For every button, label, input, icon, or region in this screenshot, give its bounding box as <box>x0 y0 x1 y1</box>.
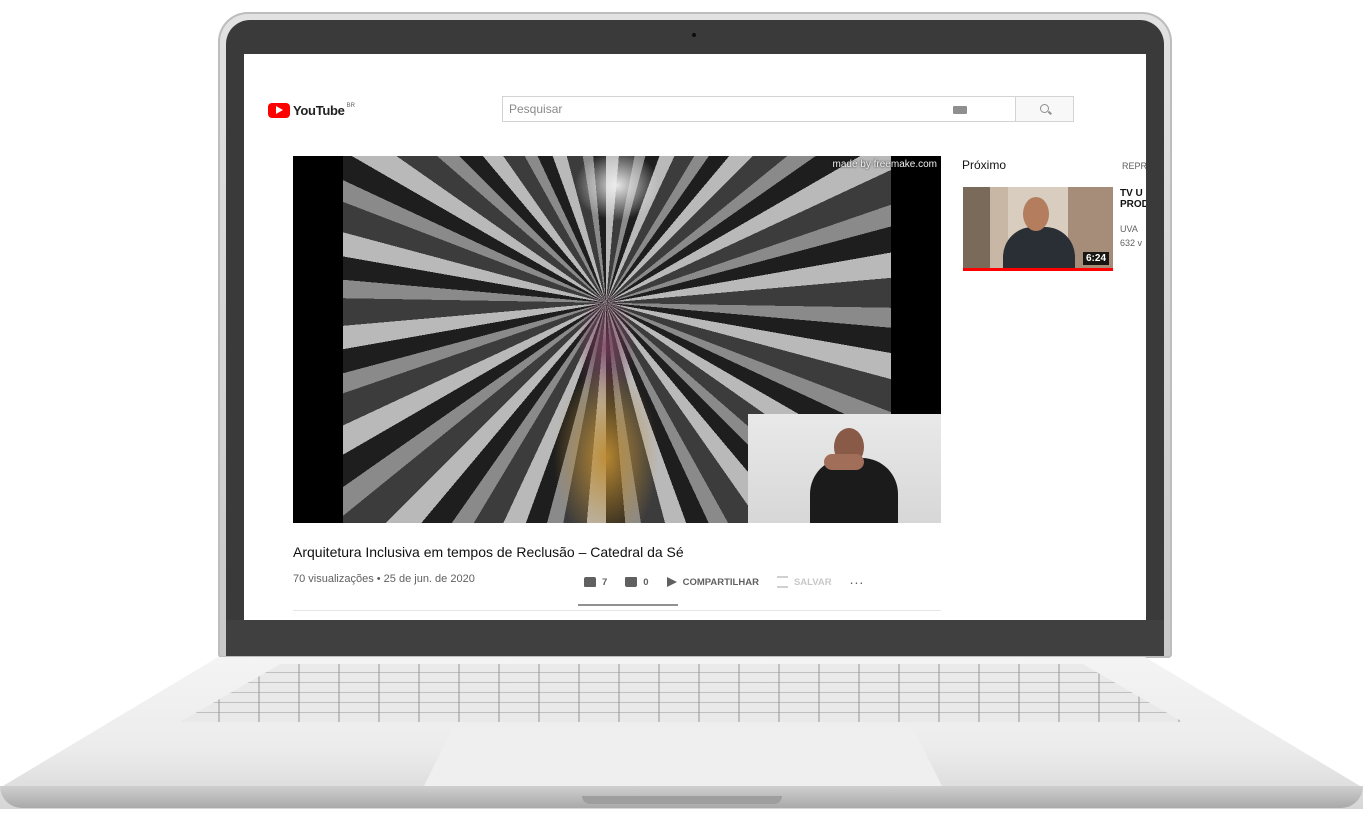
thumbnail-person-body <box>1003 227 1075 271</box>
search-icon <box>1040 104 1049 113</box>
recommended-video-title[interactable]: TV U PROD <box>1120 188 1146 210</box>
youtube-logo[interactable]: YouTube BR <box>268 100 355 120</box>
thumbs-down-icon <box>625 577 638 587</box>
video-duration: 6:24 <box>1082 252 1109 265</box>
recommended-title-line1: TV U <box>1120 188 1143 199</box>
sign-language-interpreter-overlay <box>748 414 941 523</box>
thumbnail-person-face <box>1023 197 1049 231</box>
dislike-count: 0 <box>643 576 649 588</box>
like-count: 7 <box>602 576 608 588</box>
trackpad <box>422 727 944 790</box>
video-meta: 70 visualizações • 25 de jun. de 2020 <box>293 573 475 585</box>
save-button[interactable]: SALVAR <box>776 576 832 588</box>
youtube-wordmark: YouTube <box>293 102 345 118</box>
laptop-notch <box>582 796 782 804</box>
video-actions: 7 0 COMPARTILHAR SALVAR ... <box>584 571 865 590</box>
more-options-button[interactable]: ... <box>850 571 865 587</box>
recommended-video-channel: UVA <box>1120 224 1138 234</box>
up-next-heading: Próximo <box>962 158 1007 172</box>
playlist-add-icon <box>776 576 788 588</box>
interpreter-hands <box>824 454 864 470</box>
screen: YouTube BR made by freemake.com Arquitet… <box>244 54 1146 620</box>
recommended-video-thumbnail[interactable]: 6:24 <box>963 187 1113 271</box>
search-input[interactable] <box>503 97 975 121</box>
share-label: COMPARTILHAR <box>682 576 759 588</box>
laptop-chin <box>226 620 1164 656</box>
video-title: Arquitetura Inclusiva em tempos de Reclu… <box>293 544 684 560</box>
search-box <box>502 96 1016 122</box>
video-watermark: made by freemake.com <box>832 159 938 170</box>
save-label: SALVAR <box>793 576 832 588</box>
region-code: BR <box>346 103 355 109</box>
autoplay-label: REPR <box>1122 161 1146 171</box>
share-button[interactable]: COMPARTILHAR <box>666 576 759 588</box>
thumbs-up-icon <box>584 577 596 587</box>
share-icon <box>666 577 677 587</box>
dislike-button[interactable]: 0 <box>625 576 649 588</box>
video-player[interactable]: made by freemake.com <box>293 156 941 523</box>
search-button[interactable] <box>1016 96 1074 122</box>
keyboard-rows <box>180 664 1183 722</box>
watch-progress-bar <box>963 268 1113 271</box>
like-button[interactable]: 7 <box>584 577 607 588</box>
like-ratio-bar <box>578 604 678 606</box>
divider <box>293 610 941 611</box>
recommended-video-views: 632 v <box>1120 238 1143 248</box>
youtube-play-icon <box>268 102 290 118</box>
keyboard-icon[interactable] <box>953 106 967 114</box>
recommended-title-line2: PROD <box>1120 199 1146 210</box>
webcam <box>692 33 696 37</box>
